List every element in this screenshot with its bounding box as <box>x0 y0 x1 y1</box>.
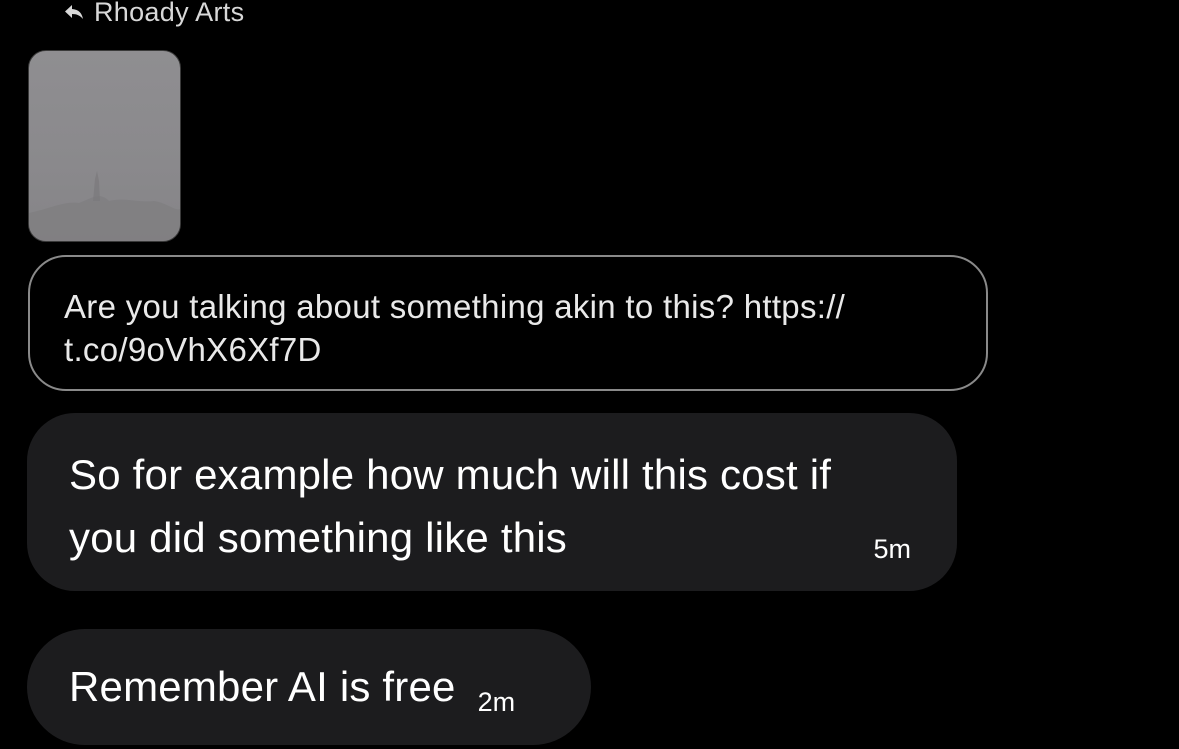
message-bubble[interactable]: So for example how much will this cost i… <box>27 413 957 591</box>
quoted-message-link[interactable]: t.co/9oVhX6Xf7D <box>64 328 952 371</box>
message-bubble[interactable]: Remember AI is free 2m <box>27 629 591 745</box>
message-timestamp: 2m <box>477 687 516 717</box>
media-thumbnail[interactable] <box>28 50 181 242</box>
dm-conversation: Rhoady Arts Are you talking about someth… <box>0 0 1179 749</box>
message-text: Remember AI is free <box>69 663 456 710</box>
reply-to-name: Rhoady Arts <box>94 0 245 27</box>
message-timestamp: 5m <box>873 534 911 564</box>
message-text-line-1: So for example how much will this cost i… <box>69 451 832 498</box>
reply-arrow-icon <box>62 0 86 24</box>
quoted-message-bubble[interactable]: Are you talking about something akin to … <box>28 255 988 391</box>
message-text-line-2: you did something like this <box>69 514 567 561</box>
message-text: So for example how much will this cost i… <box>69 443 919 569</box>
reply-context-header[interactable]: Rhoady Arts <box>62 0 244 30</box>
quoted-message-line-1: Are you talking about something akin to … <box>64 288 846 325</box>
